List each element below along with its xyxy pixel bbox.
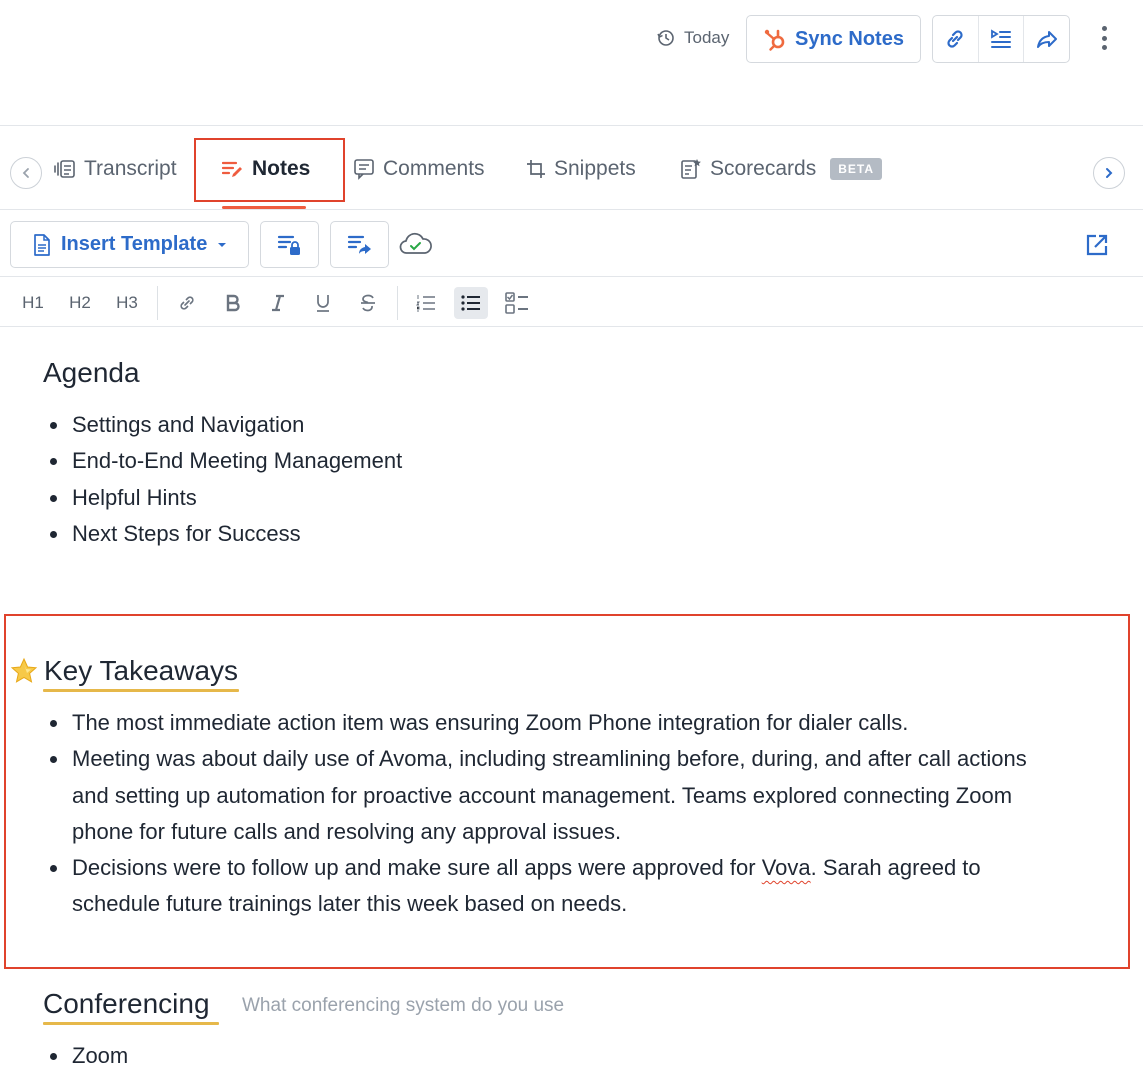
caret-down-icon [218, 242, 227, 247]
more-icon[interactable] [1094, 22, 1114, 54]
conferencing-heading[interactable]: Conferencing [43, 988, 210, 1020]
document-icon [34, 233, 50, 256]
scorecard-icon [681, 159, 701, 179]
copy-link-button[interactable] [933, 16, 979, 62]
open-external-button[interactable] [1068, 221, 1125, 268]
insert-template-label: Insert Template [61, 233, 208, 255]
beta-badge: BETA [830, 158, 882, 180]
share-icon [1036, 31, 1057, 48]
date-indicator[interactable]: Today [656, 28, 729, 48]
chevron-right-icon [1106, 168, 1113, 178]
conferencing-list[interactable]: Zoom [50, 1038, 128, 1072]
tab-transcript[interactable]: Transcript [54, 157, 177, 181]
tab-comments[interactable]: Comments [353, 157, 485, 181]
checklist-icon [505, 292, 528, 314]
tab-bar: Transcript Notes Comments Snippets Score… [0, 127, 1143, 210]
strikethrough-icon [361, 294, 375, 312]
bold-button[interactable] [220, 290, 246, 316]
tab-scorecards[interactable]: Scorecards BETA [680, 157, 882, 181]
insert-template-button[interactable]: Insert Template [10, 221, 249, 268]
link-icon [947, 30, 963, 48]
outline-icon [991, 29, 1011, 48]
notes-toolbar: Insert Template [0, 211, 1143, 277]
list-item[interactable]: Meeting was about daily use of Avoma, in… [50, 741, 1030, 850]
link-icon [180, 296, 194, 310]
tab-notes[interactable]: Notes [222, 157, 310, 181]
external-link-icon [1086, 234, 1107, 255]
history-icon [657, 30, 674, 46]
crop-icon [527, 160, 545, 178]
underline-icon [317, 295, 329, 312]
notes-share-icon [347, 235, 371, 254]
agenda-heading[interactable]: Agenda [43, 357, 140, 389]
heading3-button[interactable]: H3 [114, 290, 140, 316]
heading-underline [43, 689, 239, 692]
share-notes-button[interactable] [330, 221, 389, 268]
tab-snippets[interactable]: Snippets [526, 157, 636, 181]
strikethrough-button[interactable] [355, 290, 381, 316]
conferencing-hint: What conferencing system do you use [242, 995, 565, 1016]
tab-notes-label: Notes [252, 157, 311, 180]
list-item[interactable]: Settings and Navigation [50, 407, 402, 443]
transcript-icon [54, 160, 75, 178]
saved-cloud-icon [398, 231, 434, 262]
checklist-button[interactable] [503, 290, 531, 316]
list-item[interactable]: Decisions were to follow up and make sur… [50, 850, 1030, 923]
agenda-list[interactable]: Settings and Navigation End-to-End Meeti… [50, 407, 402, 552]
ordered-list-button[interactable] [413, 290, 439, 316]
top-bar: Today Sync Notes [0, 0, 1143, 126]
bullet-list-icon [461, 295, 480, 311]
list-item[interactable]: The most immediate action item was ensur… [50, 705, 1030, 741]
tab-scorecards-label: Scorecards [710, 157, 817, 180]
ordered-list-icon [416, 295, 435, 312]
bullet-list-button[interactable] [454, 287, 488, 319]
active-tab-indicator [222, 206, 306, 209]
heading-underline [43, 1022, 219, 1025]
notes-icon [222, 161, 242, 177]
italic-button[interactable] [265, 290, 291, 316]
italic-icon [272, 294, 284, 312]
tabs-scroll-left-button[interactable] [10, 157, 42, 189]
sync-notes-label: Sync Notes [795, 27, 904, 50]
list-item[interactable]: Next Steps for Success [50, 516, 402, 552]
lock-notes-button[interactable] [260, 221, 319, 268]
share-button[interactable] [1024, 16, 1069, 62]
takeaway-text: Decisions were to follow up and make sur… [72, 855, 762, 881]
notes-lock-icon [277, 235, 300, 255]
tab-snippets-label: Snippets [554, 157, 636, 180]
key-takeaways-heading[interactable]: Key Takeaways [44, 655, 238, 687]
tab-comments-label: Comments [383, 157, 485, 180]
star-icon [9, 657, 39, 692]
chevron-left-icon [22, 168, 29, 178]
heading2-button[interactable]: H2 [67, 290, 93, 316]
formatting-toolbar: H1 H2 H3 [0, 278, 1143, 327]
takeaways-list[interactable]: The most immediate action item was ensur… [50, 705, 1030, 923]
list-item[interactable]: End-to-End Meeting Management [50, 443, 402, 479]
list-item[interactable]: Zoom [50, 1038, 128, 1072]
comment-icon [354, 159, 374, 180]
share-actions-group [932, 15, 1070, 63]
underline-button[interactable] [310, 290, 336, 316]
toolbar-divider [397, 286, 398, 320]
sync-notes-button[interactable]: Sync Notes [746, 15, 921, 63]
tab-transcript-label: Transcript [84, 157, 177, 180]
spellcheck-word[interactable]: Vova [762, 855, 811, 880]
link-format-button[interactable] [174, 290, 200, 316]
toolbar-divider [157, 286, 158, 320]
tabs-scroll-right-button[interactable] [1093, 157, 1125, 189]
hubspot-icon [764, 29, 785, 51]
heading1-button[interactable]: H1 [20, 290, 46, 316]
list-item[interactable]: Helpful Hints [50, 480, 402, 516]
bold-icon [226, 294, 240, 312]
outline-button[interactable] [979, 16, 1025, 62]
date-label: Today [684, 28, 730, 47]
